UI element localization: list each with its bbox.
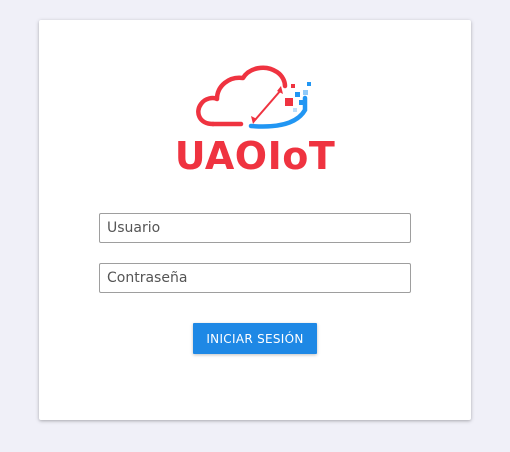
brand-name: UAOIoT	[174, 134, 336, 178]
brand-logo: UAOIoT	[39, 20, 471, 210]
login-card: UAOIoT INICIAR SESIÓN	[39, 20, 471, 420]
cloud-iot-logo-icon	[193, 64, 317, 134]
username-input[interactable]	[99, 213, 411, 243]
login-button[interactable]: INICIAR SESIÓN	[193, 323, 317, 354]
password-input[interactable]	[99, 263, 411, 293]
